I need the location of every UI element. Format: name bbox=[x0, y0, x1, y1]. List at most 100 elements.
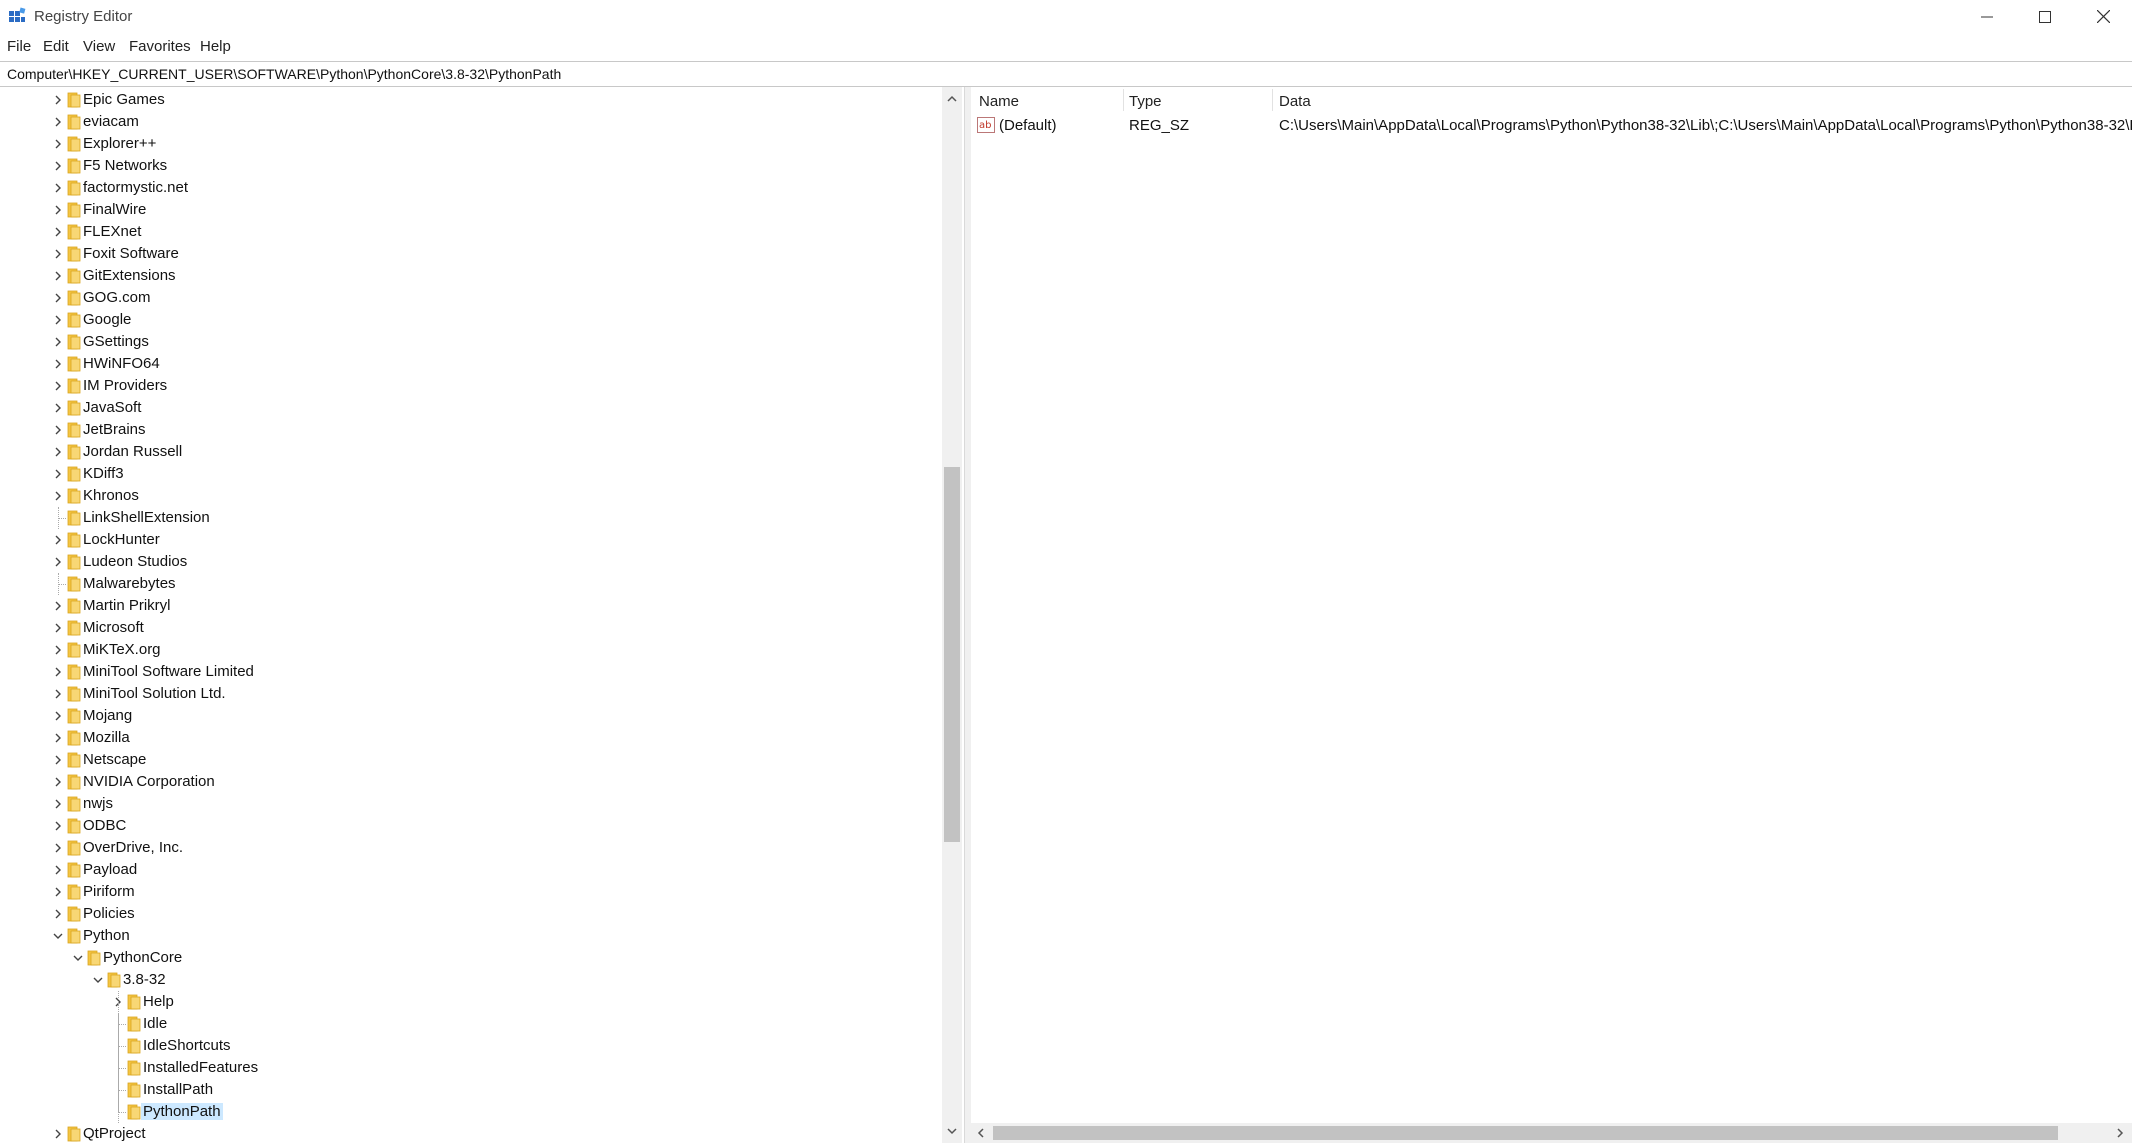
tree-item-label[interactable]: Help bbox=[143, 993, 174, 1010]
tree-item[interactable]: Khronos bbox=[0, 485, 940, 507]
chevron-down-icon[interactable] bbox=[92, 973, 104, 987]
chevron-right-icon[interactable] bbox=[52, 181, 64, 195]
address-path[interactable]: Computer\HKEY_CURRENT_USER\SOFTWARE\Pyth… bbox=[7, 66, 561, 82]
tree-item-label[interactable]: InstalledFeatures bbox=[143, 1059, 258, 1076]
chevron-right-icon[interactable] bbox=[52, 863, 64, 877]
chevron-right-icon[interactable] bbox=[52, 357, 64, 371]
column-header-type[interactable]: Type bbox=[1129, 93, 1162, 110]
tree-item[interactable]: InstallPath bbox=[0, 1079, 940, 1101]
tree-item-label[interactable]: JetBrains bbox=[83, 421, 146, 438]
tree-item-label[interactable]: Piriform bbox=[83, 883, 135, 900]
tree-item[interactable]: Google bbox=[0, 309, 940, 331]
tree-item-label[interactable]: Payload bbox=[83, 861, 137, 878]
tree-item-label[interactable]: nwjs bbox=[83, 795, 113, 812]
tree-item-label[interactable]: QtProject bbox=[83, 1125, 146, 1142]
tree-item-label[interactable]: OverDrive, Inc. bbox=[83, 839, 183, 856]
chevron-right-icon[interactable] bbox=[52, 797, 64, 811]
chevron-right-icon[interactable] bbox=[52, 335, 64, 349]
chevron-right-icon[interactable] bbox=[52, 313, 64, 327]
tree-vertical-scrollbar[interactable] bbox=[942, 87, 962, 1143]
tree-item-label-selected[interactable]: PythonPath bbox=[141, 1103, 223, 1120]
scroll-right-icon[interactable] bbox=[2114, 1127, 2126, 1139]
tree-item[interactable]: PythonCore bbox=[0, 947, 940, 969]
chevron-right-icon[interactable] bbox=[52, 533, 64, 547]
tree-item[interactable]: InstalledFeatures bbox=[0, 1057, 940, 1079]
list-horizontal-scrollbar[interactable] bbox=[971, 1123, 2132, 1143]
tree-item[interactable]: Policies bbox=[0, 903, 940, 925]
tree-item-label[interactable]: GOG.com bbox=[83, 289, 151, 306]
tree-item-label[interactable]: F5 Networks bbox=[83, 157, 167, 174]
value-row[interactable]: ab (Default) REG_SZ C:\Users\Main\AppDat… bbox=[971, 114, 2132, 136]
chevron-right-icon[interactable] bbox=[52, 115, 64, 129]
chevron-right-icon[interactable] bbox=[52, 269, 64, 283]
chevron-right-icon[interactable] bbox=[52, 1127, 64, 1141]
chevron-right-icon[interactable] bbox=[52, 555, 64, 569]
tree-item-label[interactable]: Explorer++ bbox=[83, 135, 156, 152]
tree-item-label[interactable]: Policies bbox=[83, 905, 135, 922]
tree-item[interactable]: FinalWire bbox=[0, 199, 940, 221]
tree-item-label[interactable]: FLEXnet bbox=[83, 223, 141, 240]
chevron-right-icon[interactable] bbox=[52, 885, 64, 899]
tree-item[interactable]: Martin Prikryl bbox=[0, 595, 940, 617]
tree-item[interactable]: GitExtensions bbox=[0, 265, 940, 287]
tree-item-label[interactable]: Epic Games bbox=[83, 91, 165, 108]
tree-item-label[interactable]: GSettings bbox=[83, 333, 149, 350]
tree-item-label[interactable]: Mozilla bbox=[83, 729, 130, 746]
close-button[interactable] bbox=[2074, 0, 2132, 33]
tree-item-label[interactable]: factormystic.net bbox=[83, 179, 188, 196]
chevron-right-icon[interactable] bbox=[52, 775, 64, 789]
chevron-right-icon[interactable] bbox=[52, 445, 64, 459]
tree-item[interactable]: nwjs bbox=[0, 793, 940, 815]
menu-edit[interactable]: Edit bbox=[43, 38, 69, 55]
chevron-right-icon[interactable] bbox=[52, 159, 64, 173]
tree-item[interactable]: ODBC bbox=[0, 815, 940, 837]
chevron-right-icon[interactable] bbox=[52, 753, 64, 767]
chevron-right-icon[interactable] bbox=[52, 489, 64, 503]
values-list[interactable]: Name Type Data ab (Default) REG_SZ C:\Us… bbox=[971, 87, 2132, 1143]
tree-item-label[interactable]: Google bbox=[83, 311, 131, 328]
tree-item[interactable]: GSettings bbox=[0, 331, 940, 353]
tree-item[interactable]: IdleShortcuts bbox=[0, 1035, 940, 1057]
tree-item[interactable]: Mozilla bbox=[0, 727, 940, 749]
tree-item[interactable]: JetBrains bbox=[0, 419, 940, 441]
column-divider[interactable] bbox=[1272, 89, 1273, 111]
tree-item[interactable]: Microsoft bbox=[0, 617, 940, 639]
tree-item[interactable]: MiKTeX.org bbox=[0, 639, 940, 661]
tree-item[interactable]: PythonPath bbox=[0, 1101, 940, 1123]
tree-item[interactable]: NVIDIA Corporation bbox=[0, 771, 940, 793]
minimize-button[interactable] bbox=[1958, 0, 2016, 33]
tree-item[interactable]: Jordan Russell bbox=[0, 441, 940, 463]
tree-item[interactable]: KDiff3 bbox=[0, 463, 940, 485]
tree-item[interactable]: LinkShellExtension bbox=[0, 507, 940, 529]
tree-item[interactable]: OverDrive, Inc. bbox=[0, 837, 940, 859]
chevron-right-icon[interactable] bbox=[52, 687, 64, 701]
tree-item[interactable]: Mojang bbox=[0, 705, 940, 727]
tree-item[interactable]: MiniTool Software Limited bbox=[0, 661, 940, 683]
chevron-down-icon[interactable] bbox=[72, 951, 84, 965]
tree-item-label[interactable]: IdleShortcuts bbox=[143, 1037, 231, 1054]
tree-item[interactable]: QtProject bbox=[0, 1123, 940, 1143]
tree-item[interactable]: Foxit Software bbox=[0, 243, 940, 265]
chevron-right-icon[interactable] bbox=[52, 423, 64, 437]
menu-favorites[interactable]: Favorites bbox=[129, 38, 191, 55]
tree-item[interactable]: Piriform bbox=[0, 881, 940, 903]
tree-item[interactable]: LockHunter bbox=[0, 529, 940, 551]
tree-item[interactable]: 3.8-32 bbox=[0, 969, 940, 991]
chevron-right-icon[interactable] bbox=[52, 203, 64, 217]
tree-item-label[interactable]: Netscape bbox=[83, 751, 146, 768]
tree-item[interactable]: Python bbox=[0, 925, 940, 947]
tree-item-label[interactable]: MiniTool Solution Ltd. bbox=[83, 685, 226, 702]
chevron-right-icon[interactable] bbox=[52, 907, 64, 921]
tree-item[interactable]: F5 Networks bbox=[0, 155, 940, 177]
tree-item[interactable]: Payload bbox=[0, 859, 940, 881]
list-scroll-thumb[interactable] bbox=[993, 1126, 2058, 1140]
chevron-right-icon[interactable] bbox=[52, 225, 64, 239]
chevron-right-icon[interactable] bbox=[52, 599, 64, 613]
tree-item[interactable]: Epic Games bbox=[0, 89, 940, 111]
tree-item-label[interactable]: LockHunter bbox=[83, 531, 160, 548]
menu-view[interactable]: View bbox=[83, 38, 115, 55]
tree-item[interactable]: Ludeon Studios bbox=[0, 551, 940, 573]
scroll-up-icon[interactable] bbox=[946, 93, 958, 105]
tree-item-label[interactable]: NVIDIA Corporation bbox=[83, 773, 215, 790]
column-header-name[interactable]: Name bbox=[979, 93, 1019, 110]
